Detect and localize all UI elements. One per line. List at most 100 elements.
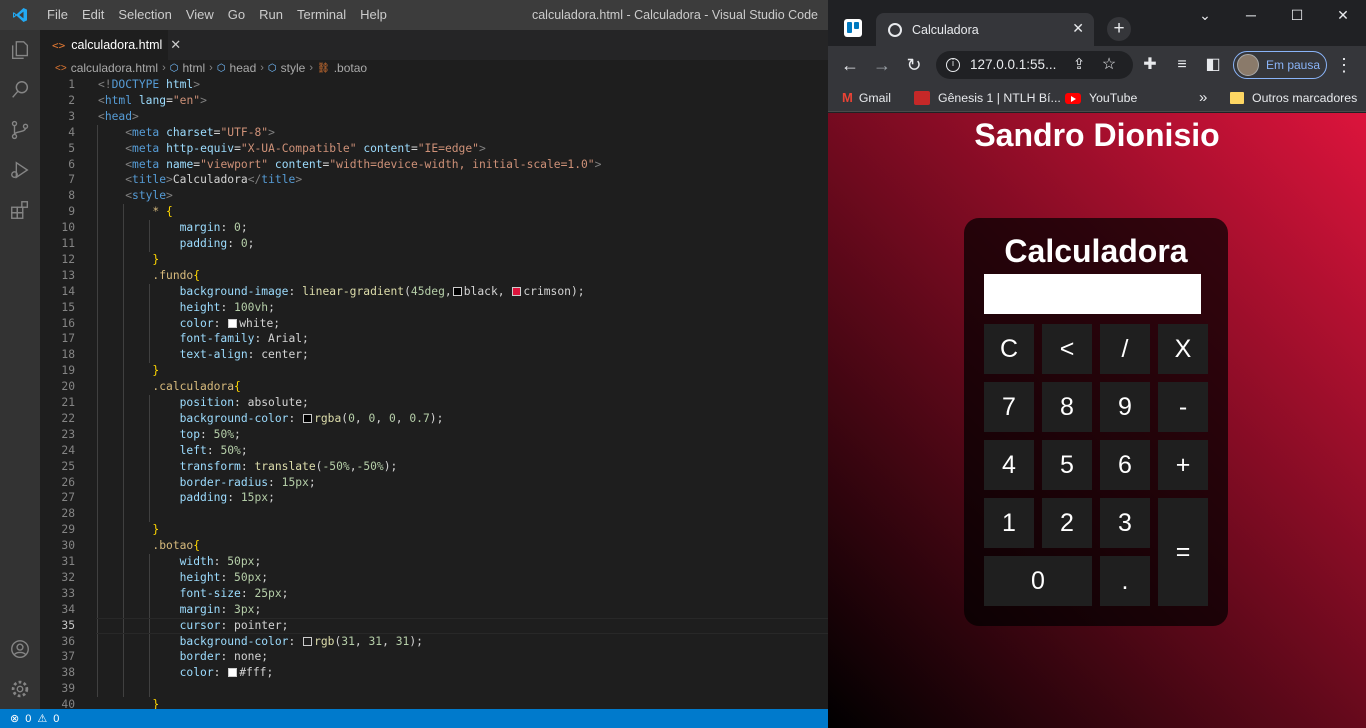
menu-go[interactable]: Go [221, 0, 252, 30]
code-line[interactable]: 16 color: white; [40, 316, 828, 332]
breadcrumb-file[interactable]: calculadora.html [71, 61, 158, 75]
calculator-display[interactable] [984, 274, 1201, 314]
menu-file[interactable]: File [40, 0, 75, 30]
code-line[interactable]: 11 padding: 0; [40, 236, 828, 252]
more-bookmarks-chevron-icon[interactable]: » [1199, 84, 1207, 112]
code-line[interactable]: 20 .calculadora{ [40, 379, 828, 395]
error-count[interactable]: 0 [25, 713, 31, 725]
maximize-button[interactable]: ☐ [1274, 0, 1320, 30]
code-line[interactable]: 37 border: none; [40, 649, 828, 665]
calc-button[interactable]: + [1158, 440, 1208, 490]
run-debug-icon[interactable] [0, 150, 40, 190]
code-line[interactable]: 33 font-size: 25px; [40, 586, 828, 602]
code-line[interactable]: 36 background-color: rgb(31, 31, 31); [40, 634, 828, 650]
menu-run[interactable]: Run [252, 0, 290, 30]
account-icon[interactable] [0, 629, 40, 669]
code-line[interactable]: 3 <head> [40, 109, 828, 125]
calc-button[interactable]: / [1100, 324, 1150, 374]
menu-edit[interactable]: Edit [75, 0, 111, 30]
code-line[interactable]: 34 margin: 3px; [40, 602, 828, 618]
calc-button[interactable]: < [1042, 324, 1092, 374]
code-editor[interactable]: 1 <!DOCTYPE html> 2 <html lang="en"> 3 <head>… [40, 76, 828, 709]
calc-button[interactable]: 3 [1100, 498, 1150, 548]
calc-button[interactable]: 1 [984, 498, 1034, 548]
trello-pinned-tab-icon[interactable] [844, 19, 862, 37]
code-line[interactable]: 7 <title>Calculadora</title> [40, 172, 828, 188]
color-swatch[interactable] [228, 668, 238, 678]
code-line[interactable]: 15 height: 100vh; [40, 300, 828, 316]
calc-button[interactable]: = [1158, 498, 1208, 606]
menu-view[interactable]: View [179, 0, 221, 30]
settings-gear-icon[interactable] [0, 669, 40, 709]
forward-arrow-icon[interactable]: → [870, 53, 894, 77]
calc-button[interactable]: 4 [984, 440, 1034, 490]
address-bar[interactable]: i 127.0.0.1:55... [936, 51, 1061, 79]
calc-button[interactable]: C [984, 324, 1034, 374]
bookmark-youtube[interactable]: YouTube [1065, 84, 1137, 112]
code-line[interactable]: 8 <style> [40, 188, 828, 204]
other-bookmarks-folder[interactable]: Outros marcadores [1230, 84, 1357, 112]
code-line[interactable]: 35 cursor: pointer; [40, 617, 828, 634]
close-tab-icon[interactable]: ✕ [170, 37, 181, 53]
code-line[interactable]: 5 <meta http-equiv="X-UA-Compatible" con… [40, 141, 828, 157]
explorer-icon[interactable] [0, 30, 40, 70]
color-swatch[interactable] [303, 636, 313, 646]
code-line[interactable]: 21 position: absolute; [40, 395, 828, 411]
calc-button[interactable]: 8 [1042, 382, 1092, 432]
calc-button[interactable]: 6 [1100, 440, 1150, 490]
code-line[interactable]: 14 background-image: linear-gradient(45d… [40, 284, 828, 300]
code-line[interactable]: 39 [40, 681, 828, 697]
code-line[interactable]: 12 } [40, 252, 828, 268]
code-line[interactable]: 22 background-color: rgba(0, 0, 0, 0.7); [40, 411, 828, 427]
code-line[interactable]: 9 * { [40, 204, 828, 220]
bookmark-star-icon[interactable]: ☆ [1097, 53, 1121, 77]
menu-selection[interactable]: Selection [111, 0, 178, 30]
code-line[interactable]: 1 <!DOCTYPE html> [40, 77, 828, 93]
code-line[interactable]: 40 } [40, 697, 828, 709]
close-tab-icon[interactable]: ✕ [1072, 20, 1084, 37]
close-window-button[interactable]: ✕ [1320, 0, 1366, 30]
code-line[interactable]: 10 margin: 0; [40, 220, 828, 236]
back-arrow-icon[interactable]: ← [838, 53, 862, 77]
breadcrumb-botao[interactable]: .botao [334, 61, 367, 75]
calc-button[interactable]: 0 [984, 556, 1092, 606]
tab-calculadora-html[interactable]: <> calculadora.html ✕ [40, 30, 181, 60]
warning-count[interactable]: 0 [53, 713, 59, 725]
menu-help[interactable]: Help [353, 0, 394, 30]
tab-search-chevron-icon[interactable]: ⌄ [1182, 0, 1228, 30]
code-line[interactable]: 38 color: #fff; [40, 665, 828, 681]
search-icon[interactable] [0, 70, 40, 110]
bookmark-genesis[interactable]: Gênesis 1 | NTLH Bí... [914, 84, 1061, 112]
code-line[interactable]: 26 border-radius: 15px; [40, 475, 828, 491]
calc-button[interactable]: 2 [1042, 498, 1092, 548]
color-swatch[interactable] [303, 413, 313, 423]
calc-button[interactable]: X [1158, 324, 1208, 374]
code-line[interactable]: 13 .fundo{ [40, 268, 828, 284]
menu-terminal[interactable]: Terminal [290, 0, 353, 30]
code-line[interactable]: 2 <html lang="en"> [40, 93, 828, 109]
breadcrumb-head[interactable]: head [230, 61, 257, 75]
site-info-icon[interactable]: i [946, 58, 960, 72]
extensions-icon[interactable] [0, 190, 40, 230]
code-line[interactable]: 25 transform: translate(-50%,-50%); [40, 459, 828, 475]
code-line[interactable]: 24 left: 50%; [40, 443, 828, 459]
code-line[interactable]: 19 } [40, 363, 828, 379]
warning-icon[interactable]: ⚠ [37, 712, 47, 725]
browser-tab[interactable]: Calculadora ✕ [876, 13, 1094, 46]
calc-button[interactable]: 9 [1100, 382, 1150, 432]
code-line[interactable]: 28 [40, 506, 828, 522]
media-queue-icon[interactable]: ≡ [1170, 53, 1194, 77]
url-text[interactable]: 127.0.0.1:55... [970, 57, 1056, 72]
code-line[interactable]: 27 padding: 15px; [40, 490, 828, 506]
code-line[interactable]: 32 height: 50px; [40, 570, 828, 586]
minimize-button[interactable]: ─ [1228, 0, 1274, 30]
color-swatch[interactable] [512, 286, 522, 296]
code-line[interactable]: 6 <meta name="viewport" content="width=d… [40, 157, 828, 173]
profile-paused-button[interactable]: Em pausa [1233, 51, 1327, 79]
color-swatch[interactable] [228, 318, 238, 328]
code-line[interactable]: 23 top: 50%; [40, 427, 828, 443]
bookmark-gmail[interactable]: M Gmail [842, 84, 891, 112]
calc-button[interactable]: 7 [984, 382, 1034, 432]
calc-button[interactable]: . [1100, 556, 1150, 606]
share-icon[interactable]: ⇪ [1067, 53, 1091, 77]
